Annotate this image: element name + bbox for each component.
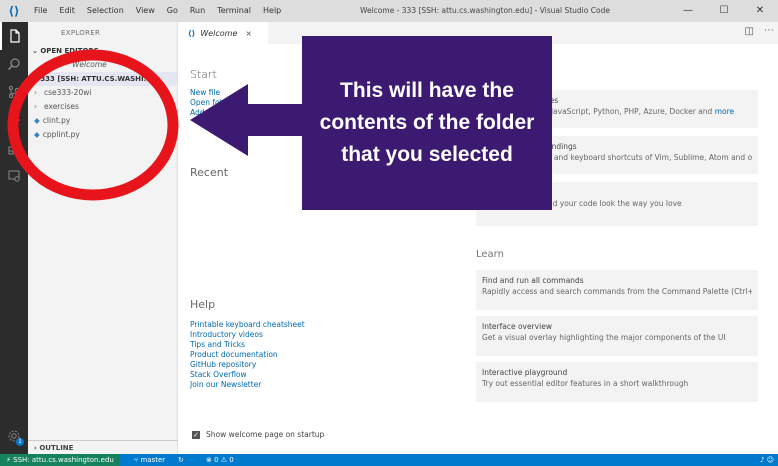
menu-go[interactable]: Go — [161, 0, 184, 22]
remote-explorer-icon[interactable] — [0, 162, 28, 190]
sync-icon[interactable]: ↻ — [178, 454, 184, 466]
tab-close-button[interactable]: × — [245, 29, 252, 38]
help-link[interactable]: Stack Overflow — [190, 370, 305, 380]
menu-view[interactable]: View — [130, 0, 161, 22]
chevron-right-icon: › — [34, 102, 37, 111]
close-window-button[interactable]: ✕ — [742, 0, 778, 22]
annotation-callout: This will have the contents of the folde… — [302, 36, 552, 210]
sidebar-title: EXPLORER — [61, 29, 101, 37]
card-desc: Get a visual overlay highlighting the ma… — [482, 333, 726, 342]
tree-item-exercises[interactable]: › exercises — [28, 100, 177, 114]
more-actions-icon[interactable]: ⋯ — [764, 25, 774, 36]
window-controls: — ☐ ✕ — [670, 0, 778, 22]
extensions-icon[interactable] — [0, 134, 28, 162]
help-heading: Help — [190, 298, 216, 311]
split-editor-icon[interactable]: ◫ — [745, 26, 754, 37]
workspace-label: 333 [SSH: ATTU.CS.WASHI... — [40, 75, 152, 83]
menu-file[interactable]: File — [28, 0, 53, 22]
menu-run[interactable]: Run — [184, 0, 211, 22]
search-icon[interactable] — [0, 50, 28, 78]
activity-bar: 1 — [0, 22, 28, 454]
explorer-icon[interactable] — [0, 22, 28, 50]
source-control-icon[interactable] — [0, 78, 28, 106]
more-link[interactable]: more — [715, 107, 734, 116]
workspace-header[interactable]: ⌄ 333 [SSH: ATTU.CS.WASHI... — [28, 72, 177, 86]
vscode-tab-icon: ⟨⟩ — [188, 28, 196, 38]
help-link[interactable]: Join our Newsletter — [190, 380, 305, 390]
python-file-icon: ◆ — [34, 130, 40, 139]
menu-help[interactable]: Help — [257, 0, 287, 22]
help-link[interactable]: Tips and Tricks — [190, 340, 305, 350]
card-interactive-playground[interactable]: Interactive playground Try out essential… — [476, 362, 758, 402]
recent-heading: Recent — [190, 166, 229, 179]
open-editor-label: Welcome — [72, 60, 107, 69]
show-on-startup-checkbox[interactable]: ✓ — [192, 430, 200, 439]
help-links: Printable keyboard cheatsheet Introducto… — [190, 320, 305, 390]
menu-edit[interactable]: Edit — [53, 0, 81, 22]
menu-terminal[interactable]: Terminal — [211, 0, 257, 22]
help-link[interactable]: Introductory videos — [190, 330, 305, 340]
menu-bar: File Edit Selection View Go Run Terminal… — [28, 0, 287, 22]
tree-item-label: exercises — [44, 102, 79, 111]
outline-label: OUTLINE — [39, 444, 74, 452]
new-file-link[interactable]: New file — [190, 88, 278, 98]
open-editors-header[interactable]: ⌄ OPEN EDITORS — [28, 44, 177, 58]
tab-welcome[interactable]: ⟨⟩ Welcome × — [178, 22, 268, 44]
explorer-sidebar: EXPLORER ⌄ OPEN EDITORS Welcome ⌄ 333 [S… — [28, 22, 178, 454]
start-heading: Start — [190, 68, 217, 81]
run-debug-icon[interactable] — [0, 106, 28, 134]
feedback-icons[interactable]: ♪ ☺ — [760, 454, 774, 466]
outline-header[interactable]: › OUTLINE — [28, 440, 178, 454]
settings-area: 1 — [0, 422, 28, 450]
card-title: Find and run all commands — [482, 276, 584, 285]
add-workspace-folder-link[interactable]: Add workspace folder... — [190, 108, 278, 118]
tree-item-clint[interactable]: ◆ clint.py — [28, 114, 177, 128]
tree-item-cse333[interactable]: › cse333-20wi — [28, 86, 177, 100]
tree-item-cpplint[interactable]: ◆ cpplint.py — [28, 128, 177, 142]
open-editors-label: OPEN EDITORS — [40, 47, 99, 55]
settings-gear-icon[interactable]: 1 — [0, 422, 28, 450]
start-links: New file Open folder... Add workspace fo… — [190, 88, 278, 118]
help-link[interactable]: Printable keyboard cheatsheet — [190, 320, 305, 330]
show-on-startup-label: Show welcome page on startup — [206, 430, 325, 439]
menu-selection[interactable]: Selection — [81, 0, 130, 22]
help-link[interactable]: GitHub repository — [190, 360, 305, 370]
status-bar: ⚡ SSH: attu.cs.washington.edu ⑂ master ↻… — [0, 454, 778, 466]
problems-status[interactable]: ⊗ 0 ⚠ 0 — [206, 454, 234, 466]
tree-item-label: cpplint.py — [42, 130, 80, 139]
help-link[interactable]: Product documentation — [190, 350, 305, 360]
card-title: Interactive playground — [482, 368, 568, 377]
tree-item-label: clint.py — [42, 116, 71, 125]
annotation-text: This will have the contents of the folde… — [319, 79, 535, 166]
card-title: Interface overview — [482, 322, 552, 331]
tree-item-label: cse333-20wi — [44, 88, 92, 97]
window-title: Welcome - 333 [SSH: attu.cs.washington.e… — [360, 6, 610, 15]
python-file-icon: ◆ — [34, 116, 40, 125]
card-desc: Rapidly access and search commands from … — [482, 287, 752, 296]
maximize-button[interactable]: ☐ — [706, 0, 742, 22]
card-find-commands[interactable]: Find and run all commands Rapidly access… — [476, 270, 758, 310]
remote-status[interactable]: ⚡ SSH: attu.cs.washington.edu — [0, 454, 120, 466]
title-bar: ⟨⟩ File Edit Selection View Go Run Termi… — [0, 0, 778, 22]
tab-label: Welcome — [200, 28, 238, 38]
open-folder-link[interactable]: Open folder... — [190, 98, 278, 108]
chevron-right-icon: › — [34, 88, 37, 97]
card-desc: Try out essential editor features in a s… — [482, 379, 689, 388]
vscode-logo-icon: ⟨⟩ — [8, 4, 20, 18]
minimize-button[interactable]: — — [670, 0, 706, 22]
git-branch-status[interactable]: ⑂ master — [134, 454, 165, 466]
open-editor-welcome[interactable]: Welcome — [28, 58, 177, 72]
settings-badge: 1 — [16, 438, 24, 446]
card-interface-overview[interactable]: Interface overview Get a visual overlay … — [476, 316, 758, 356]
learn-heading: Learn — [476, 249, 504, 260]
show-on-startup-row: ✓ Show welcome page on startup — [192, 430, 324, 439]
